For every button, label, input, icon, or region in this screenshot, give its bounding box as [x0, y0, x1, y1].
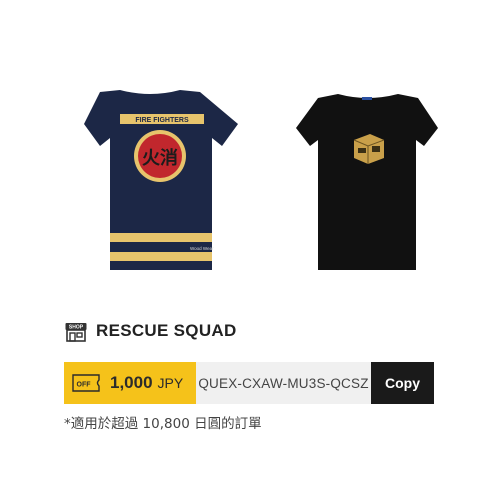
- tshirt-print-glyph: 火消: [142, 147, 178, 169]
- discount-amount: 1,000: [110, 373, 153, 392]
- discount-currency: JPY: [157, 375, 184, 391]
- coupon-card: OFF 1,000 JPY QUEX-CXAW-MU3S-QCSZ Copy: [64, 362, 434, 404]
- tshirt-stripe-top: [110, 233, 212, 242]
- coupon-code[interactable]: QUEX-CXAW-MU3S-QCSZ: [196, 362, 371, 404]
- tshirt-print-text: FIRE FIGHTERS: [135, 117, 189, 124]
- black-tshirt: [296, 94, 438, 270]
- tshirt-stripe-bottom: [110, 252, 212, 261]
- off-badge-icon: OFF: [72, 374, 100, 392]
- box-logo-print: [353, 134, 385, 164]
- copy-button[interactable]: Copy: [371, 362, 434, 404]
- navy-tshirt: FIRE FIGHTERS 火消 Wood Wear: [84, 90, 238, 270]
- coupon-discount: OFF 1,000 JPY: [64, 362, 196, 404]
- tshirt-tag-text: Wood Wear: [190, 246, 214, 251]
- shop-icon: SHOP: [65, 323, 87, 342]
- svg-text:OFF: OFF: [77, 382, 92, 389]
- shop-name[interactable]: RESCUE SQUAD: [96, 321, 237, 341]
- product-image: FIRE FIGHTERS 火消 Wood Wear: [62, 90, 438, 276]
- neck-tag: [362, 97, 372, 100]
- coupon-terms: *適用於超過 10,800 日圓的訂單: [64, 416, 262, 432]
- shop-header: SHOP RESCUE SQUAD: [64, 318, 237, 344]
